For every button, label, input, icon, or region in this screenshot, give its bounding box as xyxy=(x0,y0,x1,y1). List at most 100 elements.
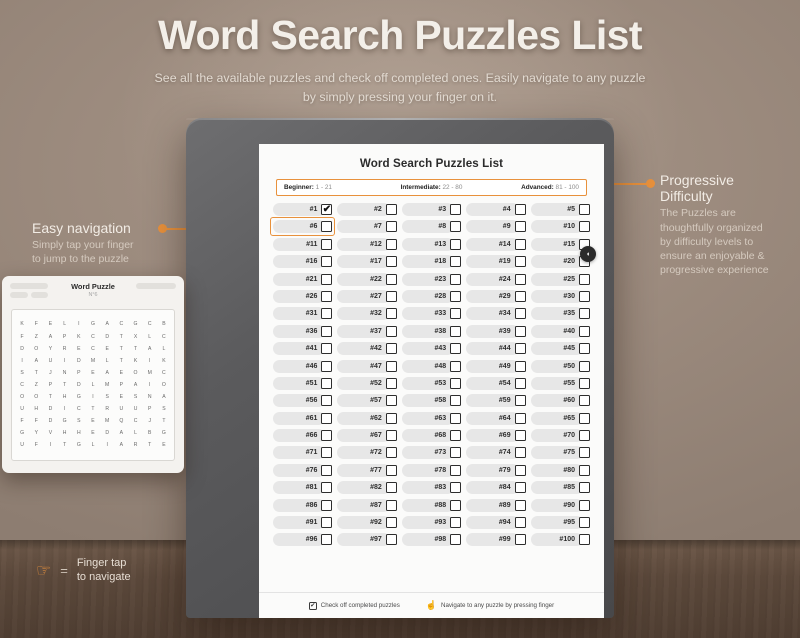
puzzle-item-84[interactable]: #84 xyxy=(466,480,526,495)
puzzle-checkbox-35[interactable] xyxy=(579,308,590,320)
puzzle-checkbox-51[interactable] xyxy=(321,377,333,389)
puzzle-item-73[interactable]: #73 xyxy=(401,445,462,460)
puzzle-checkbox-70[interactable] xyxy=(579,430,590,442)
puzzle-checkbox-66[interactable] xyxy=(321,430,333,442)
puzzle-item-86[interactable]: #86 xyxy=(273,498,333,513)
puzzle-checkbox-31[interactable] xyxy=(321,308,333,320)
puzzle-item-5[interactable]: #5 xyxy=(530,202,590,217)
puzzle-item-74[interactable]: #74 xyxy=(466,445,526,460)
puzzle-item-2[interactable]: #2 xyxy=(337,202,397,217)
puzzle-checkbox-41[interactable] xyxy=(321,343,333,355)
puzzle-item-39[interactable]: #39 xyxy=(466,324,526,339)
puzzle-item-35[interactable]: #35 xyxy=(530,306,590,321)
puzzle-item-19[interactable]: #19 xyxy=(466,254,526,269)
puzzle-checkbox-25[interactable] xyxy=(579,273,590,285)
puzzle-item-72[interactable]: #72 xyxy=(337,445,397,460)
puzzle-checkbox-85[interactable] xyxy=(579,482,590,494)
puzzle-checkbox-58[interactable] xyxy=(450,395,462,407)
puzzle-item-7[interactable]: #7 xyxy=(337,219,397,234)
puzzle-checkbox-8[interactable] xyxy=(450,221,462,233)
puzzle-item-30[interactable]: #30 xyxy=(530,289,590,304)
puzzle-item-70[interactable]: #70 xyxy=(530,428,590,443)
puzzle-checkbox-22[interactable] xyxy=(385,273,397,285)
puzzle-item-34[interactable]: #34 xyxy=(466,306,526,321)
puzzle-item-99[interactable]: #99 xyxy=(466,532,526,547)
puzzle-checkbox-89[interactable] xyxy=(514,499,526,511)
puzzle-checkbox-80[interactable] xyxy=(579,464,590,476)
puzzle-checkbox-13[interactable] xyxy=(450,238,462,250)
puzzle-checkbox-84[interactable] xyxy=(514,482,526,494)
puzzle-item-69[interactable]: #69 xyxy=(466,428,526,443)
puzzle-item-61[interactable]: #61 xyxy=(273,411,333,426)
puzzle-checkbox-45[interactable] xyxy=(579,343,590,355)
puzzle-item-83[interactable]: #83 xyxy=(401,480,462,495)
puzzle-checkbox-50[interactable] xyxy=(579,360,590,372)
puzzle-item-16[interactable]: #16 xyxy=(273,254,333,269)
puzzle-item-45[interactable]: #45 xyxy=(530,341,590,356)
puzzle-item-88[interactable]: #88 xyxy=(401,498,462,513)
puzzle-checkbox-34[interactable] xyxy=(514,308,526,320)
puzzle-item-92[interactable]: #92 xyxy=(337,515,397,530)
puzzle-checkbox-95[interactable] xyxy=(579,517,590,529)
puzzle-checkbox-40[interactable] xyxy=(579,325,590,337)
puzzle-checkbox-27[interactable] xyxy=(385,290,397,302)
puzzle-checkbox-36[interactable] xyxy=(321,325,333,337)
puzzle-item-58[interactable]: #58 xyxy=(401,393,462,408)
puzzle-checkbox-96[interactable] xyxy=(321,534,333,546)
puzzle-checkbox-33[interactable] xyxy=(450,308,462,320)
puzzle-item-59[interactable]: #59 xyxy=(466,393,526,408)
puzzle-checkbox-26[interactable] xyxy=(321,290,333,302)
puzzle-item-44[interactable]: #44 xyxy=(466,341,526,356)
puzzle-checkbox-38[interactable] xyxy=(450,325,462,337)
puzzle-checkbox-77[interactable] xyxy=(385,464,397,476)
puzzle-checkbox-91[interactable] xyxy=(321,517,333,529)
puzzle-item-26[interactable]: #26 xyxy=(273,289,333,304)
puzzle-checkbox-53[interactable] xyxy=(450,377,462,389)
puzzle-item-97[interactable]: #97 xyxy=(337,532,397,547)
puzzle-item-8[interactable]: #8 xyxy=(401,219,462,234)
puzzle-checkbox-78[interactable] xyxy=(450,464,462,476)
puzzle-checkbox-17[interactable] xyxy=(385,256,397,268)
puzzle-checkbox-21[interactable] xyxy=(321,273,333,285)
puzzle-item-28[interactable]: #28 xyxy=(401,289,462,304)
puzzle-checkbox-37[interactable] xyxy=(385,325,397,337)
puzzle-checkbox-11[interactable] xyxy=(321,238,333,250)
puzzle-item-63[interactable]: #63 xyxy=(401,411,462,426)
puzzle-item-87[interactable]: #87 xyxy=(337,498,397,513)
puzzle-checkbox-88[interactable] xyxy=(450,499,462,511)
puzzle-checkbox-81[interactable] xyxy=(321,482,333,494)
puzzle-checkbox-52[interactable] xyxy=(385,377,397,389)
puzzle-checkbox-99[interactable] xyxy=(514,534,526,546)
puzzle-checkbox-49[interactable] xyxy=(514,360,526,372)
puzzle-checkbox-44[interactable] xyxy=(514,343,526,355)
puzzle-item-53[interactable]: #53 xyxy=(401,376,462,391)
puzzle-item-71[interactable]: #71 xyxy=(273,445,333,460)
puzzle-checkbox-64[interactable] xyxy=(514,412,526,424)
puzzle-checkbox-62[interactable] xyxy=(385,412,397,424)
puzzle-checkbox-28[interactable] xyxy=(450,290,462,302)
puzzle-item-49[interactable]: #49 xyxy=(466,359,526,374)
puzzle-item-17[interactable]: #17 xyxy=(337,254,397,269)
puzzle-item-89[interactable]: #89 xyxy=(466,498,526,513)
puzzle-item-37[interactable]: #37 xyxy=(337,324,397,339)
puzzle-item-14[interactable]: #14 xyxy=(466,237,526,252)
puzzle-checkbox-30[interactable] xyxy=(579,290,590,302)
puzzle-checkbox-57[interactable] xyxy=(385,395,397,407)
puzzle-checkbox-54[interactable] xyxy=(514,377,526,389)
puzzle-item-60[interactable]: #60 xyxy=(530,393,590,408)
puzzle-item-11[interactable]: #11 xyxy=(273,237,333,252)
puzzle-checkbox-67[interactable] xyxy=(385,430,397,442)
puzzle-item-95[interactable]: #95 xyxy=(530,515,590,530)
puzzle-checkbox-14[interactable] xyxy=(514,238,526,250)
puzzle-checkbox-3[interactable] xyxy=(450,204,462,215)
puzzle-item-91[interactable]: #91 xyxy=(273,515,333,530)
puzzle-item-82[interactable]: #82 xyxy=(337,480,397,495)
puzzle-checkbox-1[interactable] xyxy=(321,204,333,215)
puzzle-item-1[interactable]: #1 xyxy=(273,202,333,217)
puzzle-checkbox-32[interactable] xyxy=(385,308,397,320)
puzzle-item-55[interactable]: #55 xyxy=(530,376,590,391)
puzzle-checkbox-68[interactable] xyxy=(450,430,462,442)
puzzle-checkbox-92[interactable] xyxy=(385,517,397,529)
puzzle-item-68[interactable]: #68 xyxy=(401,428,462,443)
puzzle-item-10[interactable]: #10 xyxy=(530,219,590,234)
